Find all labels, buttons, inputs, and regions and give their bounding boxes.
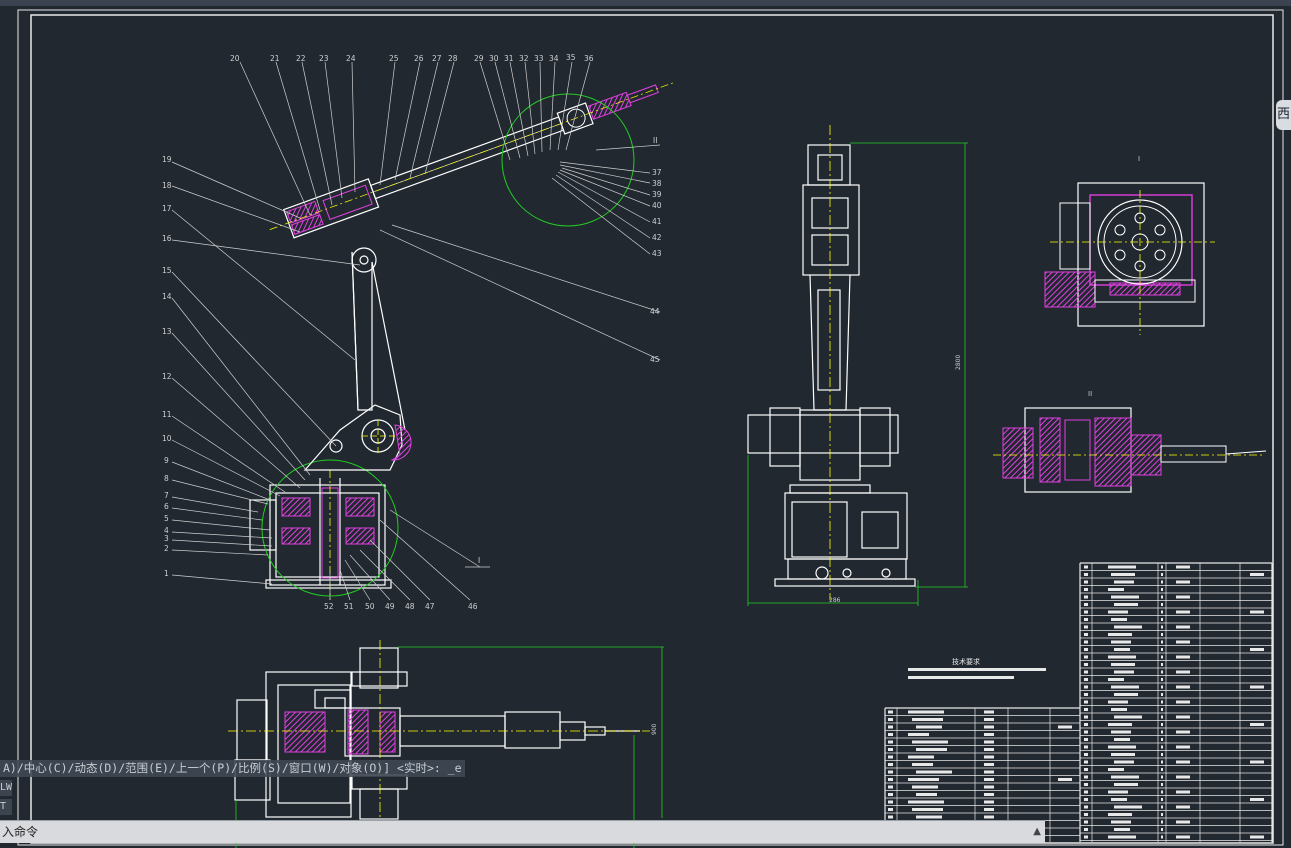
callout-7: 7 — [164, 491, 169, 500]
command-history-toggle-icon[interactable]: ▲ — [1033, 824, 1041, 840]
arm-side-view — [171, 61, 674, 601]
callout-40: 40 — [652, 201, 662, 210]
callout-20: 20 — [230, 54, 240, 63]
callout-11: 11 — [162, 410, 172, 419]
callout-26: 26 — [414, 54, 424, 63]
callout-23: 23 — [319, 54, 329, 63]
detail-ref-I: I — [478, 556, 480, 565]
cad-model-space[interactable]: 20 21 22 23 24 25 26 27 28 29 30 31 32 3… — [0, 0, 1291, 848]
callout-27: 27 — [432, 54, 442, 63]
callout-46: 46 — [468, 602, 478, 611]
callout-47: 47 — [425, 602, 435, 611]
callout-18: 18 — [162, 181, 172, 190]
callout-8: 8 — [164, 474, 169, 483]
dim-top-side-label: 900 — [651, 723, 658, 735]
drawing-frame — [17, 9, 1284, 846]
dim-height-label: 2800 — [955, 355, 962, 370]
detail-view-I: I — [1044, 155, 1215, 335]
callout-42: 42 — [652, 233, 662, 242]
callout-19: 19 — [162, 155, 172, 164]
front-view-dimensions — [747, 142, 968, 606]
callout-30: 30 — [489, 54, 499, 63]
detail-I-title: I — [1138, 155, 1140, 163]
callout-38: 38 — [652, 179, 662, 188]
command-history-line: A)/中心(C)/动态(D)/范围(E)/上一个(P)/比例(S)/窗口(W)/… — [0, 760, 465, 777]
callout-34: 34 — [549, 54, 559, 63]
callout-13: 13 — [162, 327, 172, 336]
callout-29: 29 — [474, 54, 484, 63]
dim-width-label: 286 — [829, 597, 841, 604]
callout-41: 41 — [652, 217, 662, 226]
callout-12: 12 — [162, 372, 172, 381]
callout-36: 36 — [584, 54, 594, 63]
command-history-line-3: T — [0, 799, 12, 815]
callout-5: 5 — [164, 514, 169, 523]
viewcube-side-badge[interactable]: 西 — [1276, 100, 1291, 130]
callout-51: 51 — [344, 602, 354, 611]
callout-44: 44 — [650, 307, 660, 316]
command-prompt: 入命令 — [2, 825, 39, 839]
callout-37: 37 — [652, 168, 662, 177]
detail-view-II: II — [993, 390, 1267, 493]
parts-list-table — [884, 562, 1273, 842]
callout-3: 3 — [164, 534, 169, 543]
technical-requirements: 技术要求 — [908, 657, 1046, 679]
callout-15: 15 — [162, 266, 172, 275]
arm-front-view — [747, 144, 916, 587]
callout-14: 14 — [162, 292, 172, 301]
callout-48: 48 — [405, 602, 415, 611]
callout-25: 25 — [389, 54, 399, 63]
callout-31: 31 — [504, 54, 514, 63]
detail-ref-II: II — [653, 136, 657, 145]
callout-33: 33 — [534, 54, 544, 63]
callout-28: 28 — [448, 54, 458, 63]
callout-39: 39 — [652, 190, 662, 199]
callout-1: 1 — [164, 569, 169, 578]
callout-10: 10 — [162, 434, 172, 443]
callout-22: 22 — [296, 54, 306, 63]
callout-45: 45 — [650, 355, 660, 364]
callout-21: 21 — [270, 54, 280, 63]
command-line-bar[interactable]: 入命令 ▲ — [0, 820, 1045, 843]
callout-6: 6 — [164, 502, 169, 511]
callout-24: 24 — [346, 54, 356, 63]
callout-32: 32 — [519, 54, 529, 63]
callout-16: 16 — [162, 234, 172, 243]
callout-52: 52 — [324, 602, 334, 611]
command-history-line-2: LW — [0, 780, 12, 796]
callout-43: 43 — [652, 249, 662, 258]
callout-2: 2 — [164, 544, 169, 553]
callout-49: 49 — [385, 602, 395, 611]
command-input[interactable] — [52, 823, 1016, 841]
callout-17: 17 — [162, 204, 172, 213]
detail-II-title: II — [1088, 390, 1092, 398]
callout-50: 50 — [365, 602, 375, 611]
callout-35: 35 — [566, 53, 576, 62]
callout-numbers: 20 21 22 23 24 25 26 27 28 29 30 31 32 3… — [162, 53, 662, 611]
tech-title: 技术要求 — [952, 657, 980, 666]
callout-9: 9 — [164, 456, 169, 465]
